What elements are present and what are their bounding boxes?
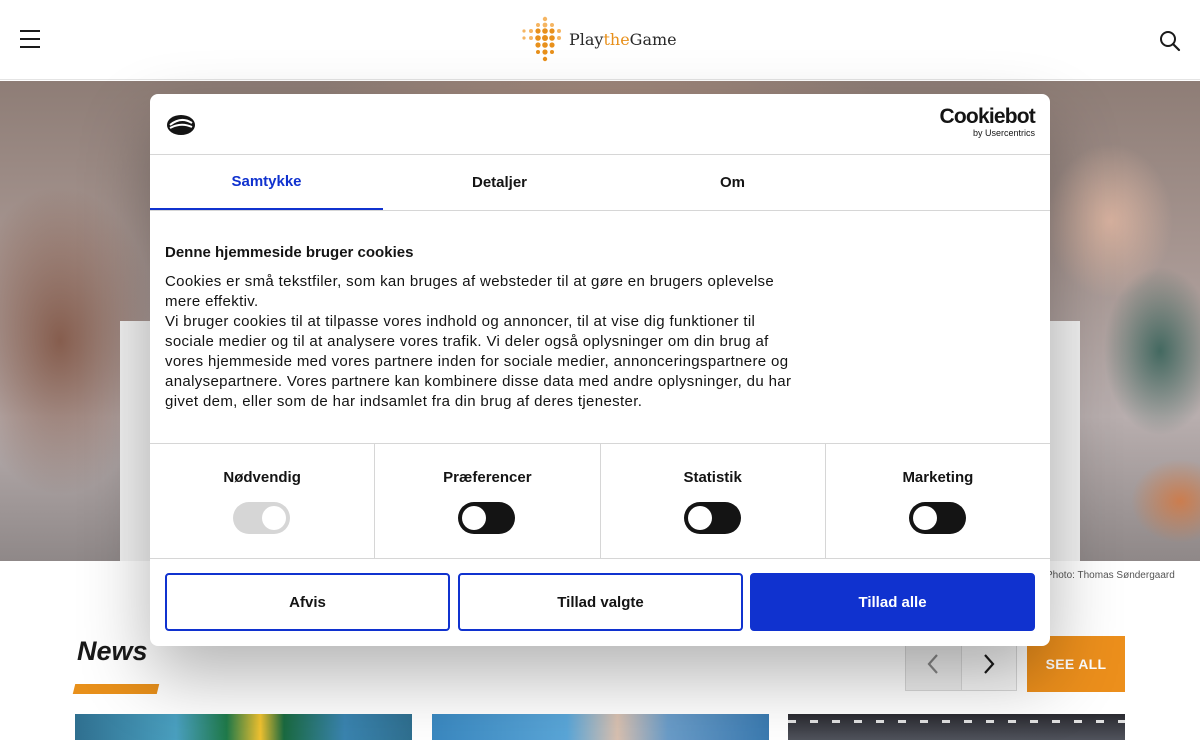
site-header: PlaytheGame	[0, 0, 1200, 80]
category-label: Marketing	[902, 469, 974, 486]
marketing-toggle[interactable]	[908, 502, 966, 534]
category-necessary: Nødvendig	[150, 444, 376, 558]
tab-om[interactable]: Om	[616, 155, 849, 210]
allow-all-button[interactable]: Tillad alle	[750, 573, 1035, 631]
category-label: Præferencer	[443, 469, 532, 486]
category-preferences: Præferencer	[375, 444, 601, 558]
allow-selected-button[interactable]: Tillad valgte	[458, 573, 743, 631]
category-statistics: Statistik	[601, 444, 826, 558]
dialog-header: Cookiebot by Usercentrics	[150, 94, 1050, 155]
news-thumbnail[interactable]	[788, 714, 1125, 740]
statistics-toggle[interactable]	[683, 502, 741, 534]
cookie-category-switches: Nødvendig Præferencer Statistik Marketin…	[150, 443, 1050, 559]
cookie-icon	[167, 115, 195, 135]
consent-paragraph: Cookies er små tekstfiler, som kan bruge…	[165, 273, 792, 410]
logo-dots-icon	[522, 16, 561, 62]
search-icon[interactable]	[1158, 29, 1182, 53]
category-marketing: Marketing	[826, 444, 1050, 558]
tab-detaljer[interactable]: Detaljer	[383, 155, 616, 210]
cookie-consent-dialog: Cookiebot by Usercentrics Samtykke Detal…	[150, 94, 1050, 646]
news-heading: News	[77, 636, 148, 666]
consent-heading: Denne hjemmeside bruger cookies	[165, 244, 414, 261]
tab-samtykke[interactable]: Samtykke	[150, 155, 383, 210]
news-thumbnail[interactable]	[75, 714, 412, 740]
news-heading-underline	[72, 684, 160, 694]
news-thumbnail[interactable]	[432, 714, 769, 740]
reject-button[interactable]: Afvis	[165, 573, 450, 631]
dialog-tabs: Samtykke Detaljer Om	[150, 155, 1050, 211]
photo-credit: Photo: Thomas Søndergaard	[1046, 570, 1175, 581]
category-label: Statistik	[683, 469, 742, 486]
logo-text: PlaytheGame	[569, 30, 677, 49]
cookiebot-logo[interactable]: Cookiebot by Usercentrics	[940, 106, 1036, 139]
necessary-toggle	[233, 502, 291, 534]
site-logo[interactable]: PlaytheGame	[518, 16, 698, 64]
chevron-right-icon	[983, 653, 995, 674]
chevron-left-icon	[927, 653, 939, 674]
category-label: Nødvendig	[223, 469, 301, 486]
preferences-toggle[interactable]	[458, 502, 516, 534]
consent-description: Denne hjemmeside bruger cookies Cookies …	[165, 244, 865, 412]
menu-icon[interactable]	[20, 30, 40, 48]
